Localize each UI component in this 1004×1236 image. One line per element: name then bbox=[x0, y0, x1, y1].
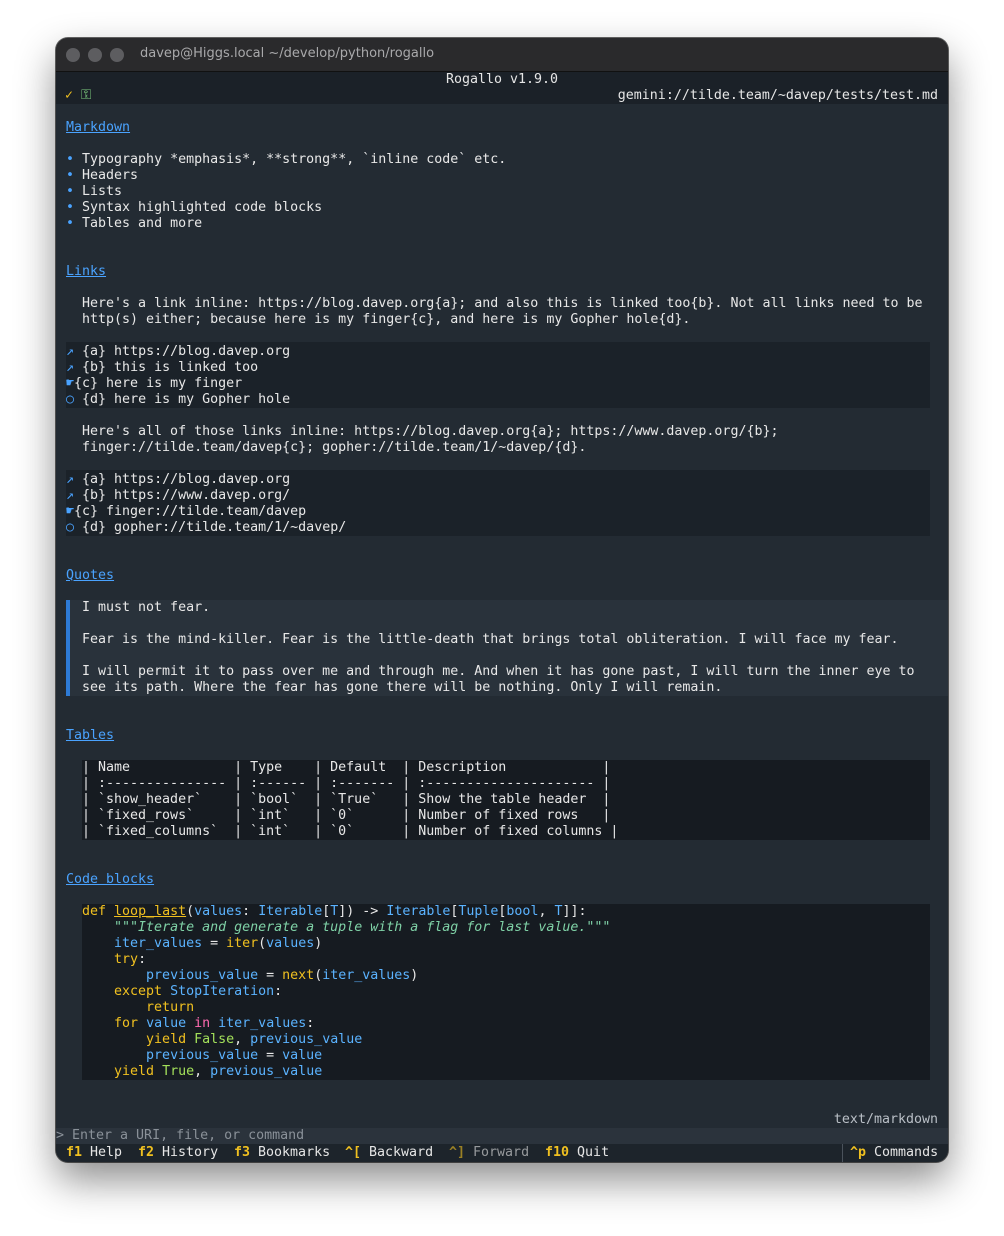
link-list: ↗ {a} https://blog.davep.org ↗ {b} https… bbox=[66, 470, 930, 536]
quote-line: I must not fear. bbox=[82, 600, 211, 615]
history-key[interactable]: f2 History bbox=[138, 1145, 218, 1161]
code-line: def loop_last(values: Iterable[T]) -> It… bbox=[82, 904, 587, 919]
bullet-icon: • bbox=[66, 152, 83, 167]
code-line: except StopIteration: bbox=[114, 984, 283, 999]
window-titlebar: davep@Higgs.local ~/develop/python/rogal… bbox=[56, 38, 948, 72]
backward-key[interactable]: ^[ Backward bbox=[345, 1145, 433, 1161]
paragraph-line: finger://tilde.team/davep{c}; gopher://t… bbox=[82, 440, 587, 455]
bullet-icon: • bbox=[66, 168, 83, 183]
finger-icon: ☛ bbox=[66, 504, 75, 519]
window-title: davep@Higgs.local ~/develop/python/rogal… bbox=[140, 46, 435, 61]
commands-key[interactable]: ^p Commands bbox=[850, 1145, 938, 1161]
lock-icon: ⚿ bbox=[81, 88, 92, 103]
gopher-icon: ○ bbox=[66, 392, 75, 407]
paragraph-line: http(s) either; because here is my finge… bbox=[82, 312, 691, 327]
external-link-icon: ↗ bbox=[66, 360, 75, 375]
link-item[interactable]: ↗ {a} https://blog.davep.org bbox=[66, 472, 290, 488]
table-row: | :--------------- | :------ | :------- … bbox=[82, 776, 611, 791]
terminal-window: davep@Higgs.local ~/develop/python/rogal… bbox=[56, 38, 948, 1162]
address-bar[interactable]: gemini://tilde.team/~davep/tests/test.md bbox=[618, 88, 938, 104]
quote-line: I will permit it to pass over me and thr… bbox=[82, 664, 915, 679]
mime-type-label: text/markdown bbox=[833, 1112, 938, 1127]
heading-markdown[interactable]: Markdown bbox=[66, 120, 130, 136]
bullet-icon: • bbox=[66, 216, 83, 231]
link-item[interactable]: ○ {d} gopher://tilde.team/1/~davep/ bbox=[66, 520, 346, 536]
bullet-icon: • bbox=[66, 200, 83, 215]
link-item[interactable]: ↗ {b} this is linked too bbox=[66, 360, 258, 376]
code-line: yield True, previous_value bbox=[114, 1064, 323, 1079]
link-item[interactable]: ↗ {a} https://blog.davep.org bbox=[66, 344, 290, 360]
app-title: Rogallo v1.9.0 bbox=[445, 72, 559, 87]
list-item: • Syntax highlighted code blocks bbox=[66, 200, 323, 215]
list-item: • Headers bbox=[66, 168, 139, 183]
table-row: | `fixed_columns` | `int` | `0` | Number… bbox=[82, 824, 619, 839]
link-item[interactable]: ☛{c} here is my finger bbox=[66, 376, 242, 392]
quit-key[interactable]: f10 Quit bbox=[545, 1145, 609, 1161]
table-row: | `fixed_rows` | `int` | `0` | Number of… bbox=[82, 808, 611, 823]
external-link-icon: ↗ bbox=[66, 344, 75, 359]
code-line: previous_value = value bbox=[146, 1048, 323, 1063]
external-link-icon: ↗ bbox=[66, 488, 75, 503]
bullet-icon: • bbox=[66, 184, 83, 199]
code-line: return bbox=[146, 1000, 195, 1015]
list-item: • Tables and more bbox=[66, 216, 203, 231]
table-row: | `show_header` | `bool` | `True` | Show… bbox=[82, 792, 611, 807]
markdown-table: | Name | Type | Default | Description | … bbox=[82, 760, 930, 840]
zoom-window-button[interactable] bbox=[110, 48, 124, 62]
blockquote: I must not fear. Fear is the mind-killer… bbox=[66, 600, 948, 696]
heading-tables[interactable]: Tables bbox=[66, 728, 114, 744]
forward-key[interactable]: ^] Forward bbox=[449, 1145, 529, 1161]
code-line: for value in iter_values: bbox=[114, 1016, 315, 1031]
link-item[interactable]: ○ {d} here is my Gopher hole bbox=[66, 392, 290, 408]
external-link-icon: ↗ bbox=[66, 472, 75, 487]
code-block: def loop_last(values: Iterable[T]) -> It… bbox=[82, 904, 930, 1080]
quote-line: see its path. Where the fear has gone th… bbox=[82, 680, 723, 695]
bookmarks-key[interactable]: f3 Bookmarks bbox=[234, 1145, 330, 1161]
list-item: • Typography *emphasis*, **strong**, `in… bbox=[66, 152, 507, 167]
link-item[interactable]: ☛{c} finger://tilde.team/davep bbox=[66, 504, 306, 520]
paragraph-line: Here's all of those links inline: https:… bbox=[82, 424, 779, 439]
close-window-button[interactable] bbox=[66, 48, 80, 62]
code-line: yield False, previous_value bbox=[146, 1032, 363, 1047]
status-icons: ✓ ⚿ bbox=[65, 88, 91, 104]
link-list: ↗ {a} https://blog.davep.org ↗ {b} this … bbox=[66, 342, 930, 408]
heading-quotes[interactable]: Quotes bbox=[66, 568, 114, 584]
minimize-window-button[interactable] bbox=[88, 48, 102, 62]
check-icon: ✓ bbox=[65, 88, 74, 103]
gopher-icon: ○ bbox=[66, 520, 75, 535]
divider bbox=[842, 1144, 843, 1162]
list-item: • Lists bbox=[66, 184, 123, 199]
command-input[interactable]: > Enter a URI, file, or command bbox=[56, 1128, 948, 1144]
function-key-bar: f1 Help f2 History f3 Bookmarks ^[ Backw… bbox=[56, 1144, 948, 1162]
code-line: iter_values = iter(values) bbox=[114, 936, 323, 951]
heading-code-blocks[interactable]: Code blocks bbox=[66, 872, 154, 888]
code-line: previous_value = next(iter_values) bbox=[146, 968, 419, 983]
app-header: Rogallo v1.9.0 ✓ ⚿ gemini://tilde.team/~… bbox=[56, 72, 948, 104]
heading-links[interactable]: Links bbox=[66, 264, 106, 280]
code-line: try: bbox=[114, 952, 147, 967]
quote-line: Fear is the mind-killer. Fear is the lit… bbox=[82, 632, 899, 647]
document-view[interactable]: Markdown • Typography *emphasis*, **stro… bbox=[56, 104, 948, 1112]
help-key[interactable]: f1 Help bbox=[66, 1145, 122, 1161]
code-line: """Iterate and generate a tuple with a f… bbox=[114, 920, 611, 935]
link-item[interactable]: ↗ {b} https://www.davep.org/ bbox=[66, 488, 290, 504]
finger-icon: ☛ bbox=[66, 376, 75, 391]
paragraph-line: Here's a link inline: https://blog.davep… bbox=[82, 296, 923, 311]
table-row: | Name | Type | Default | Description | bbox=[82, 760, 611, 775]
